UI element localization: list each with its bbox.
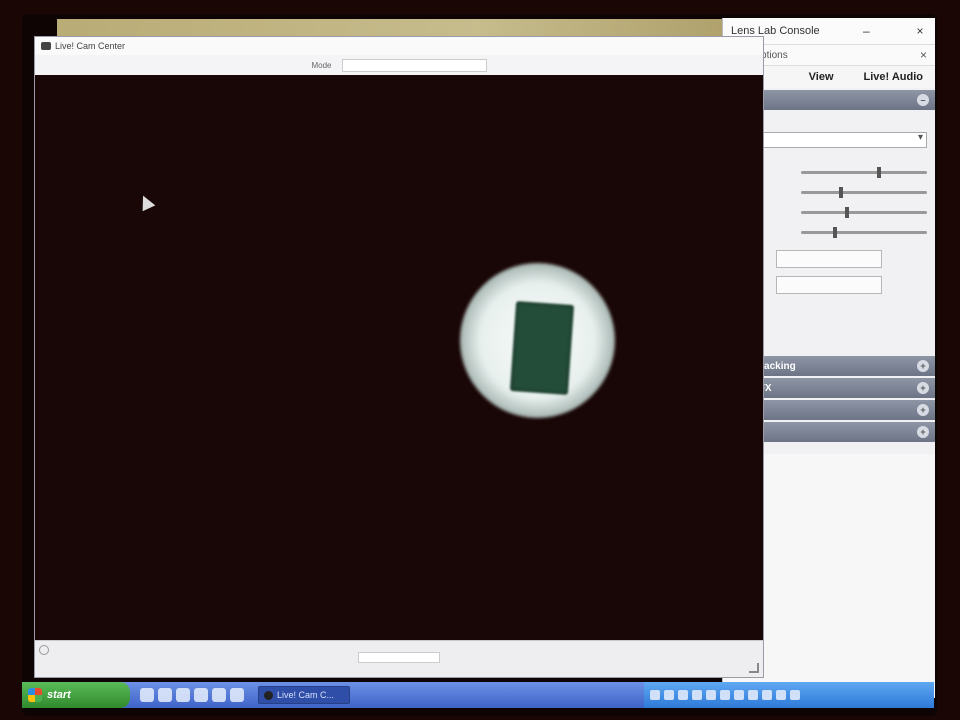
slider-thumb[interactable] [838, 186, 843, 198]
quick-launch-icon[interactable] [140, 688, 154, 702]
quick-launch-icon[interactable] [230, 688, 244, 702]
tray-icon[interactable] [706, 690, 716, 700]
tab-view[interactable]: View [809, 71, 834, 83]
green-chip-object [509, 301, 575, 395]
webcam-toolbar: Mode [35, 55, 763, 75]
quick-launch [140, 688, 244, 702]
resize-grip-icon[interactable] [749, 663, 759, 673]
tray-icon[interactable] [734, 690, 744, 700]
start-button[interactable]: start [22, 682, 130, 708]
adjust-slider[interactable] [801, 206, 927, 218]
taskbar: start Live! Cam C... [22, 682, 934, 708]
mouse-cursor-icon [136, 192, 156, 212]
adjust-slider[interactable] [801, 186, 927, 198]
zoom-field[interactable] [358, 651, 440, 663]
taskbar-item-live-cam[interactable]: Live! Cam C... [258, 686, 350, 704]
tray-icon[interactable] [650, 690, 660, 700]
tray-icon[interactable] [790, 690, 800, 700]
tray-icon[interactable] [678, 690, 688, 700]
minimize-icon[interactable]: – [859, 24, 873, 38]
camera-icon [41, 42, 51, 50]
quick-launch-icon[interactable] [176, 688, 190, 702]
slider-thumb[interactable] [876, 166, 881, 178]
tray-icon[interactable] [720, 690, 730, 700]
tray-icon[interactable] [762, 690, 772, 700]
video-preview[interactable] [35, 75, 763, 641]
expand-icon[interactable]: + [917, 382, 929, 394]
adjust-slider[interactable] [801, 226, 927, 238]
monitor-screen: Lens Lab Console – × Lens options × View… [22, 14, 937, 716]
windows-flag-icon [28, 688, 42, 702]
mode-label: Mode [311, 60, 332, 70]
close-icon[interactable]: × [913, 24, 927, 38]
settings-icon[interactable] [39, 645, 49, 655]
system-tray [644, 682, 934, 708]
webcam-title: Live! Cam Center [55, 41, 126, 51]
close-icon[interactable]: × [920, 48, 927, 62]
panel-button-1[interactable] [776, 250, 882, 268]
quick-launch-icon[interactable] [194, 688, 208, 702]
tray-icon[interactable] [664, 690, 674, 700]
webcam-status-bar [35, 640, 763, 677]
slider-thumb[interactable] [832, 226, 837, 238]
tray-icon[interactable] [748, 690, 758, 700]
adjust-slider[interactable] [801, 166, 927, 178]
expand-icon[interactable]: + [917, 360, 929, 372]
camera-icon [264, 690, 273, 700]
webcam-window: Live! Cam Center Mode [34, 36, 764, 678]
mode-dropdown[interactable] [341, 58, 487, 72]
quick-launch-icon[interactable] [158, 688, 172, 702]
tray-icon[interactable] [776, 690, 786, 700]
expand-icon[interactable]: + [917, 404, 929, 416]
expand-icon[interactable]: + [917, 426, 929, 438]
collapse-icon[interactable]: – [917, 94, 929, 106]
tab-live-audio[interactable]: Live! Audio [864, 71, 923, 83]
webcam-title-bar[interactable]: Live! Cam Center [35, 37, 763, 55]
tray-icon[interactable] [692, 690, 702, 700]
panel-button-2[interactable] [776, 276, 882, 294]
slider-thumb[interactable] [845, 206, 850, 218]
quick-launch-icon[interactable] [212, 688, 226, 702]
